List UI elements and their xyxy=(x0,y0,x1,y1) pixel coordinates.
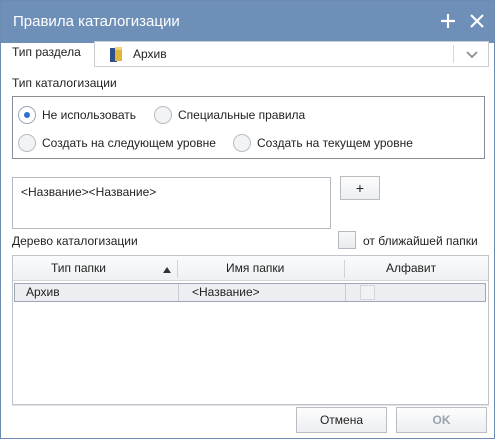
radio-circle xyxy=(18,106,36,124)
chevron-down-icon[interactable] xyxy=(461,43,483,65)
table-row[interactable]: Архив <Название> xyxy=(14,283,486,302)
column-separator xyxy=(344,260,345,278)
nearest-folder-label: от ближайшей папки xyxy=(363,234,478,248)
sort-asc-icon[interactable] xyxy=(163,265,171,273)
column-header-alphabet[interactable]: Алфавит xyxy=(386,256,436,280)
section-type-value: Архив xyxy=(133,47,167,61)
nearest-folder-checkbox[interactable] xyxy=(338,231,356,249)
column-header-folder-type[interactable]: Тип папки xyxy=(51,256,106,280)
tree-label: Дерево каталогизации xyxy=(12,234,138,248)
radio-label: Создать на следующем уровне xyxy=(42,136,216,150)
cell-separator xyxy=(345,284,346,301)
template-textarea[interactable]: <Название><Название> xyxy=(12,177,331,229)
footer-divider xyxy=(12,405,489,406)
cell-separator xyxy=(178,284,179,301)
column-header-folder-name[interactable]: Имя папки xyxy=(226,256,284,280)
close-icon[interactable] xyxy=(466,9,488,33)
archive-icon xyxy=(109,46,123,63)
grid-header: Тип папки Имя папки Алфавит xyxy=(13,256,488,281)
radio-label: Специальные правила xyxy=(178,108,306,122)
alphabet-checkbox[interactable] xyxy=(360,285,375,300)
cancel-button[interactable]: Отмена xyxy=(296,407,387,433)
cell-folder-name: <Название> xyxy=(192,285,260,299)
radio-label: Создать на текущем уровне xyxy=(257,136,413,150)
title-bar[interactable]: Правила каталогизации xyxy=(1,1,494,43)
radio-circle xyxy=(233,134,251,152)
column-separator xyxy=(177,260,178,278)
catalog-type-label: Тип каталогизации xyxy=(12,76,117,90)
section-type-select[interactable]: Архив xyxy=(94,41,489,67)
dialog-title: Правила каталогизации xyxy=(13,13,180,30)
plus-icon[interactable] xyxy=(437,9,459,33)
add-button[interactable]: + xyxy=(340,176,380,200)
catalog-type-group: Не использовать Специальные правила Созд… xyxy=(12,96,485,159)
ok-button[interactable]: OK xyxy=(396,407,487,433)
catalog-tree-grid: Тип папки Имя папки Алфавит Архив <Назва… xyxy=(12,255,489,405)
section-type-label: Тип раздела xyxy=(12,45,81,59)
radio-circle xyxy=(18,134,36,152)
cell-folder-type: Архив xyxy=(26,285,60,299)
select-divider xyxy=(453,45,454,63)
radio-label: Не использовать xyxy=(42,108,136,122)
radio-circle xyxy=(154,106,172,124)
catalog-rules-dialog: Правила каталогизации Тип раздела Архив … xyxy=(0,0,495,439)
